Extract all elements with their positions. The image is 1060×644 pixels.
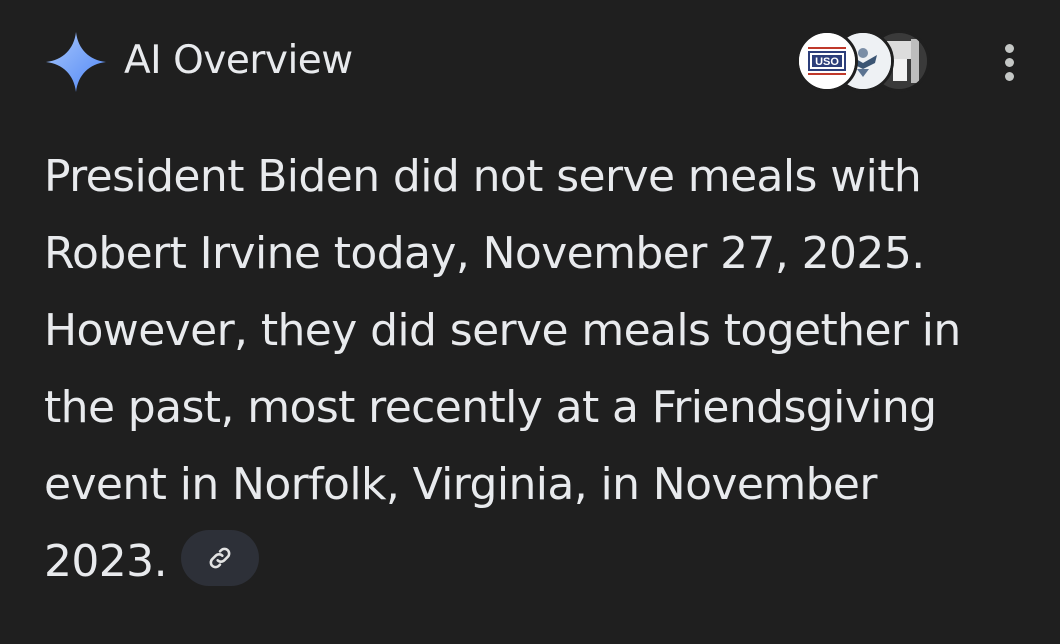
ai-overview-title: AI Overview <box>124 38 353 83</box>
answer-line: the past, most recently at a Friendsgivi… <box>44 382 937 433</box>
answer-last-line: 2023. <box>44 523 1034 600</box>
source-link-chip[interactable] <box>180 530 259 586</box>
ai-overview-answer: President Biden did not serve meals with… <box>44 138 1034 600</box>
answer-line: However, they did serve meals together i… <box>44 305 961 356</box>
ai-overview-header: AI Overview USO <box>44 30 1034 94</box>
answer-line: President Biden did not serve meals with <box>44 151 922 202</box>
answer-line: Robert Irvine today, November 27, 2025. <box>44 228 925 279</box>
sparkle-icon <box>46 32 106 92</box>
answer-line: 2023. <box>44 536 168 587</box>
uso-logo[interactable]: USO <box>796 30 858 92</box>
link-icon <box>209 547 231 569</box>
answer-line: event in Norfolk, Virginia, in November <box>44 459 877 510</box>
source-avatars[interactable]: USO <box>796 30 936 92</box>
more-vert-icon[interactable] <box>996 42 1024 82</box>
uso-logo-label: USO <box>815 56 839 68</box>
